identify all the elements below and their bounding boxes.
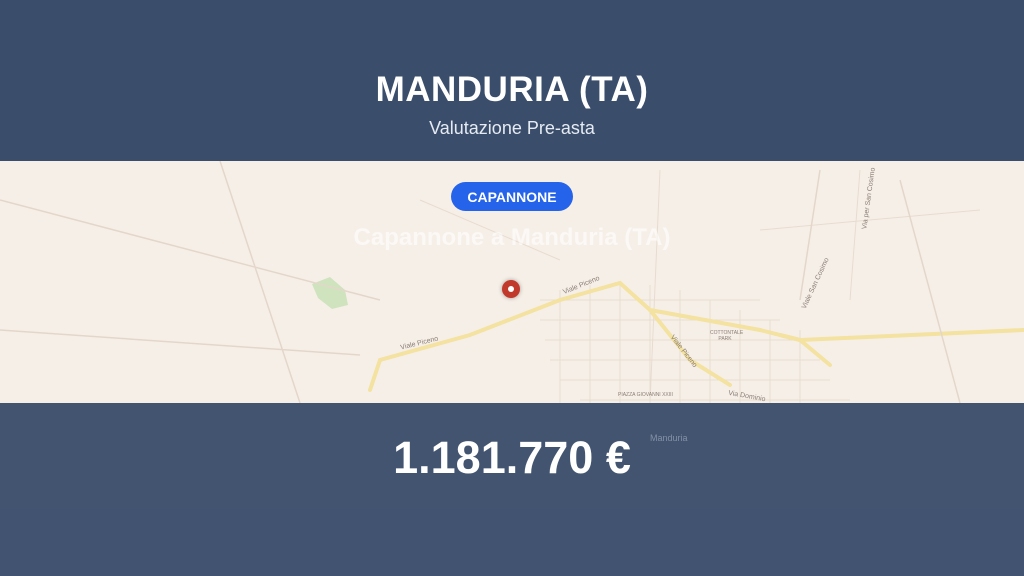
- main-roads: [368, 280, 1024, 392]
- map-label-cottontale-park: COTTONTALE PARK: [710, 330, 744, 342]
- property-headline: Capannone a Manduria (TA): [353, 224, 671, 251]
- property-type-badge: CAPANNONE: [451, 182, 573, 211]
- price-value: 1.181.770 €: [393, 432, 631, 483]
- price-band: [0, 403, 1024, 576]
- park-area: [312, 277, 348, 309]
- page-title: MANDURIA (TA): [375, 70, 649, 109]
- map-label-piazza: PIAZZA GIOVANNI XXIII: [618, 392, 673, 398]
- location-pin-icon[interactable]: [502, 280, 520, 298]
- page-subtitle: Valutazione Pre-asta: [429, 118, 595, 138]
